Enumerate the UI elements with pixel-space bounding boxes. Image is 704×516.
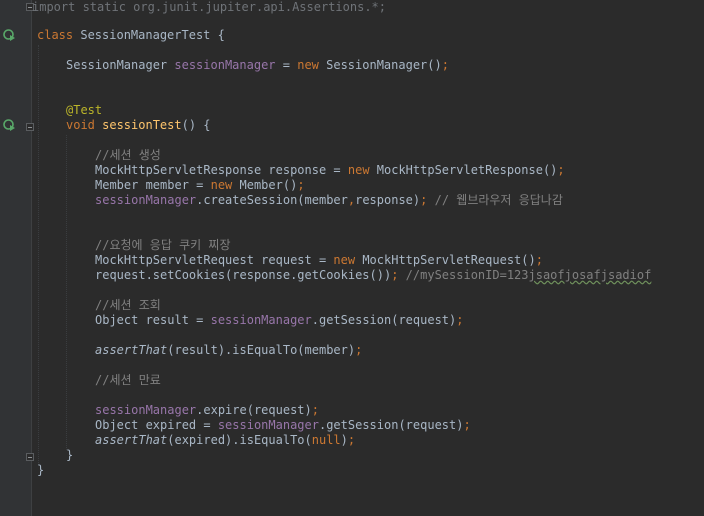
constructor-call: SessionManager() bbox=[318, 58, 442, 72]
code-line-import: import static org.junit.jupiter.api.Asse… bbox=[32, 0, 704, 15]
code-line-class-close: } bbox=[37, 463, 704, 478]
class-name: SessionManagerTest { bbox=[73, 28, 225, 42]
keyword-class: class bbox=[37, 28, 74, 42]
method-call: .getSession(request) bbox=[318, 418, 464, 432]
run-test-class-icon[interactable] bbox=[3, 29, 16, 42]
code-line-get-session: Object result = sessionManager.getSessio… bbox=[37, 313, 704, 328]
declaration: Object expired = bbox=[95, 418, 218, 432]
semicolon: ; bbox=[557, 163, 565, 177]
semicolon: ; bbox=[441, 58, 449, 72]
declaration: MockHttpServletRequest request = bbox=[95, 253, 334, 267]
comment: //mySessionID=123 bbox=[398, 268, 529, 282]
code-line-comment-lookup: //세션 조회 bbox=[37, 298, 704, 313]
code-line-annotation: @Test bbox=[37, 103, 704, 118]
closing-brace: } bbox=[66, 448, 74, 462]
keyword-void: void bbox=[66, 118, 95, 132]
code-line-method-decl: void sessionTest() { bbox=[37, 118, 704, 133]
code-line-class-decl: class SessionManagerTest { bbox=[37, 28, 704, 43]
field-name: sessionManager bbox=[95, 193, 197, 207]
method-params: () { bbox=[181, 118, 211, 132]
method-call: .expire(request) bbox=[196, 403, 312, 417]
code-line-expired-session: Object expired = sessionManager.getSessi… bbox=[37, 418, 704, 433]
semicolon: ; bbox=[297, 178, 305, 192]
comment: //요청에 응답 쿠키 찌장 bbox=[95, 238, 231, 252]
field-name: sessionManager bbox=[217, 418, 319, 432]
code-line-method-close: } bbox=[37, 448, 704, 463]
operator: = bbox=[275, 58, 298, 72]
semicolon: ; bbox=[355, 343, 363, 357]
comment: //세션 생성 bbox=[95, 148, 161, 162]
code-editor[interactable]: import static org.junit.jupiter.api.Asse… bbox=[32, 0, 704, 516]
static-method: assertThat bbox=[95, 433, 168, 447]
comment: //세션 조회 bbox=[95, 298, 161, 312]
method-args: response) bbox=[355, 193, 421, 207]
typo-highlight: jsaofjosafjsadiof bbox=[528, 268, 652, 282]
comment: // 웹브라우저 응답나감 bbox=[427, 193, 563, 207]
code-line-set-cookies: request.setCookies(response.getCookies()… bbox=[37, 268, 704, 283]
method-call: .getSession(request) bbox=[311, 313, 457, 327]
code-line-create-session: sessionManager.createSession(member,resp… bbox=[37, 193, 704, 208]
declaration: Object result = bbox=[95, 313, 211, 327]
code-line-comment-create: //세션 생성 bbox=[37, 148, 704, 163]
code-line-comment-expire: //세션 만료 bbox=[37, 373, 704, 388]
declaration: Member member = bbox=[95, 178, 211, 192]
test-annotation: @Test bbox=[66, 103, 103, 117]
code-line-response: MockHttpServletResponse response = new M… bbox=[37, 163, 704, 178]
constructor-call: MockHttpServletResponse() bbox=[369, 163, 558, 177]
import-statement: import static org.junit.jupiter.api.Asse… bbox=[32, 0, 387, 14]
code-line-member: Member member = new Member(); bbox=[37, 178, 704, 193]
code-line-field: SessionManager sessionManager = new Sess… bbox=[37, 58, 704, 73]
paren: ) bbox=[340, 433, 348, 447]
method-call: (result).isEqualTo(member) bbox=[167, 343, 356, 357]
keyword-new: new bbox=[297, 58, 319, 72]
constructor-call: MockHttpServletRequest() bbox=[355, 253, 536, 267]
type-name: SessionManager bbox=[66, 58, 175, 72]
constructor-call: Member() bbox=[232, 178, 298, 192]
semicolon: ; bbox=[347, 433, 356, 447]
method-name: sessionTest bbox=[94, 118, 182, 132]
field-name: sessionManager bbox=[174, 58, 276, 72]
semicolon: ; bbox=[463, 418, 471, 432]
semicolon: ; bbox=[456, 313, 464, 327]
method-call: .createSession(member bbox=[196, 193, 348, 207]
declaration: MockHttpServletResponse response = bbox=[95, 163, 348, 177]
keyword-new: new bbox=[333, 253, 356, 267]
run-test-method-icon[interactable] bbox=[3, 119, 16, 132]
field-name: sessionManager bbox=[95, 403, 197, 417]
comment: //세션 만료 bbox=[95, 373, 161, 387]
static-method: assertThat bbox=[95, 343, 168, 357]
keyword-new: new bbox=[347, 163, 370, 177]
code-line-assert-result: assertThat(result).isEqualTo(member); bbox=[37, 343, 704, 358]
code-line-request: MockHttpServletRequest request = new Moc… bbox=[37, 253, 704, 268]
field-name: sessionManager bbox=[210, 313, 312, 327]
semicolon: ; bbox=[311, 403, 319, 417]
editor-gutter bbox=[0, 0, 34, 516]
method-call: (expired).isEqualTo( bbox=[167, 433, 312, 447]
code-line-comment-request: //요청에 응답 쿠키 찌장 bbox=[37, 238, 704, 253]
keyword-new: new bbox=[210, 178, 233, 192]
code-line-assert-null: assertThat(expired).isEqualTo(null); bbox=[37, 433, 704, 448]
method-call: request.setCookies(response.getCookies()… bbox=[95, 268, 392, 282]
code-line-expire: sessionManager.expire(request); bbox=[37, 403, 704, 418]
semicolon: ; bbox=[535, 253, 543, 267]
closing-brace: } bbox=[37, 463, 45, 477]
keyword-null: null bbox=[311, 433, 341, 447]
